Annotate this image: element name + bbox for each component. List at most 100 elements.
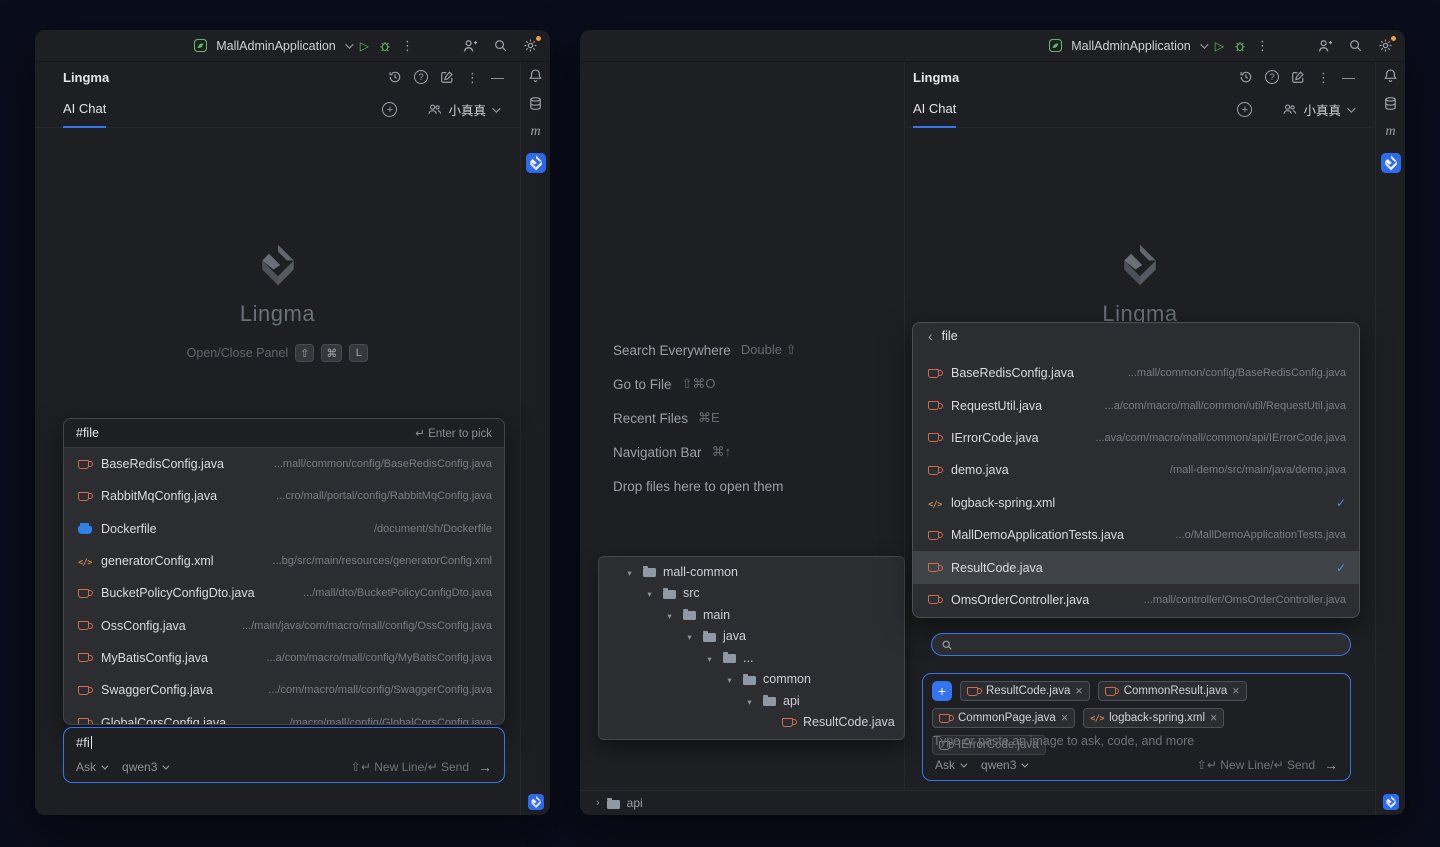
code-with-me-icon[interactable] — [1317, 38, 1333, 54]
send-icon[interactable]: → — [478, 759, 492, 775]
tree-item-label: common — [763, 672, 811, 686]
remove-chip-icon[interactable] — [1061, 711, 1068, 725]
tab-ai-chat[interactable]: AI Chat — [913, 92, 956, 128]
chevron-down-icon[interactable] — [664, 608, 675, 622]
picker-file-row[interactable]: logback-spring.xml — [913, 487, 1359, 519]
lingma-tool-icon[interactable] — [526, 153, 546, 173]
chat-input-box[interactable]: #fi Ask qwen3 ⇧↵ New Line/↵ Send→ — [63, 727, 505, 783]
picker-file-row[interactable]: IErrorCode.java ...ava/com/macro/mall/co… — [913, 422, 1359, 454]
settings-gear-icon[interactable] — [523, 38, 538, 53]
context-file-chip[interactable]: CommonPage.java — [932, 708, 1075, 728]
context-file-chip[interactable]: ResultCode.java — [960, 681, 1090, 701]
chevron-down-icon[interactable] — [744, 694, 755, 708]
file-suggestion-row[interactable]: OssConfig.java .../main/java/com/macro/m… — [64, 609, 504, 641]
picker-file-row[interactable]: BaseRedisConfig.java ...mall/common/conf… — [913, 357, 1359, 389]
debug-button[interactable] — [1233, 39, 1247, 53]
file-suggestion-row[interactable]: MyBatisConfig.java ...a/com/macro/mall/c… — [64, 642, 504, 674]
history-icon[interactable] — [388, 70, 402, 84]
database-icon[interactable] — [1383, 96, 1398, 111]
model-dropdown[interactable]: qwen3 — [981, 758, 1026, 772]
titlebar-more-button[interactable]: ⋮ — [401, 39, 414, 52]
remove-chip-icon[interactable] — [1232, 684, 1239, 698]
chevron-down-icon[interactable] — [724, 672, 735, 686]
chevron-down-icon[interactable] — [684, 629, 695, 643]
tree-item[interactable]: ResultCode.java — [599, 712, 904, 734]
file-suggestion-row[interactable]: BaseRedisConfig.java ...mall/common/conf… — [64, 448, 504, 480]
shortcut-action: Navigation Bar — [613, 445, 702, 460]
remove-chip-icon[interactable] — [1075, 684, 1082, 698]
run-config-selector[interactable]: MallAdminApplication — [216, 39, 336, 53]
picker-file-row[interactable]: RequestUtil.java ...a/com/macro/mall/com… — [913, 389, 1359, 421]
file-name: ResultCode.java — [951, 561, 1043, 575]
lingma-status-icon[interactable] — [528, 794, 544, 810]
notifications-bell-icon[interactable] — [528, 68, 543, 83]
tree-item[interactable]: common — [599, 669, 904, 691]
lingma-status-icon[interactable] — [1383, 794, 1399, 810]
run-button[interactable]: ▷ — [360, 40, 369, 52]
lingma-tool-icon[interactable] — [1381, 153, 1401, 173]
titlebar-more-button[interactable]: ⋮ — [1256, 39, 1269, 52]
file-suggestion-row[interactable]: BucketPolicyConfigDto.java .../mall/dto/… — [64, 577, 504, 609]
chevron-down-icon[interactable] — [704, 651, 715, 665]
new-conversation-icon[interactable] — [440, 70, 454, 84]
minimize-icon[interactable]: — — [491, 71, 504, 84]
code-with-me-icon[interactable] — [462, 38, 478, 54]
run-button[interactable]: ▷ — [1215, 40, 1224, 52]
file-suggestion-row[interactable]: Dockerfile /document/sh/Dockerfile — [64, 513, 504, 545]
ask-mode-dropdown[interactable]: Ask — [76, 760, 106, 774]
database-icon[interactable] — [528, 96, 543, 111]
tree-item[interactable]: java — [599, 626, 904, 648]
minimize-icon[interactable]: — — [1342, 71, 1355, 84]
chat-input-text[interactable]: #fi — [76, 735, 492, 750]
add-context-button[interactable]: + — [932, 681, 952, 701]
new-chat-icon[interactable]: + — [1237, 102, 1252, 117]
picker-search-input[interactable] — [959, 638, 1341, 652]
search-icon[interactable] — [1348, 38, 1363, 53]
tab-ai-chat[interactable]: AI Chat — [63, 92, 106, 128]
send-icon[interactable]: → — [1324, 757, 1338, 773]
maven-icon[interactable]: m — [1385, 124, 1395, 140]
run-config-selector[interactable]: MallAdminApplication — [1071, 39, 1191, 53]
file-suggestion-row[interactable]: SwaggerConfig.java .../com/macro/mall/co… — [64, 674, 504, 706]
file-suggestion-row[interactable]: GlobalCorsConfig.java .../macro/mall/con… — [64, 706, 504, 725]
tree-item[interactable]: api — [599, 690, 904, 712]
chevron-down-icon[interactable] — [624, 565, 635, 579]
file-picker-title: file — [942, 329, 958, 343]
remove-chip-icon[interactable] — [1210, 711, 1217, 725]
file-suggestion-row[interactable]: RabbitMqConfig.java ...cro/mall/portal/c… — [64, 480, 504, 512]
new-chat-icon[interactable]: + — [382, 102, 397, 117]
context-file-chip[interactable]: logback-spring.xml — [1083, 708, 1224, 728]
new-conversation-icon[interactable] — [1291, 70, 1305, 84]
picker-search-box[interactable] — [931, 633, 1351, 656]
back-chevron-icon[interactable]: ‹ — [928, 328, 933, 344]
search-icon[interactable] — [493, 38, 508, 53]
maven-icon[interactable]: m — [530, 124, 540, 140]
file-suggestion-row[interactable]: generatorConfig.xml ...bg/src/main/resou… — [64, 545, 504, 577]
panel-more-icon[interactable]: ⋮ — [466, 71, 479, 84]
tree-item[interactable]: ... — [599, 647, 904, 669]
tree-item[interactable]: mall-common — [599, 561, 904, 583]
help-icon[interactable]: ? — [1265, 70, 1279, 84]
context-file-chip[interactable]: CommonResult.java — [1098, 681, 1247, 701]
lingma-hero: Lingma Open/Close Panel ⇧ ⌘ L — [35, 238, 520, 362]
panel-more-icon[interactable]: ⋮ — [1317, 71, 1330, 84]
tree-item[interactable]: src — [599, 583, 904, 605]
user-menu[interactable]: 小真真 — [1282, 100, 1353, 119]
picker-file-row[interactable]: MallDemoApplicationTests.java ...o/MallD… — [913, 519, 1359, 551]
notifications-bell-icon[interactable] — [1383, 68, 1398, 83]
user-name: 小真真 — [448, 100, 486, 119]
model-dropdown[interactable]: qwen3 — [122, 760, 167, 774]
picker-file-row[interactable]: demo.java /mall-demo/src/main/java/demo.… — [913, 454, 1359, 486]
breadcrumb[interactable]: api — [627, 796, 643, 810]
picker-file-row[interactable]: ResultCode.java — [913, 551, 1359, 583]
chevron-down-icon[interactable] — [644, 586, 655, 600]
debug-button[interactable] — [378, 39, 392, 53]
settings-gear-icon[interactable] — [1378, 38, 1393, 53]
history-icon[interactable] — [1239, 70, 1253, 84]
help-icon[interactable]: ? — [414, 70, 428, 84]
tree-item[interactable]: main — [599, 604, 904, 626]
picker-file-row[interactable]: OmsOrderController.java ...mall/controll… — [913, 584, 1359, 616]
chat-input-box[interactable]: + ResultCode.java CommonResult.java Comm… — [922, 673, 1351, 781]
ask-mode-dropdown[interactable]: Ask — [935, 758, 965, 772]
user-menu[interactable]: 小真真 — [427, 100, 498, 119]
